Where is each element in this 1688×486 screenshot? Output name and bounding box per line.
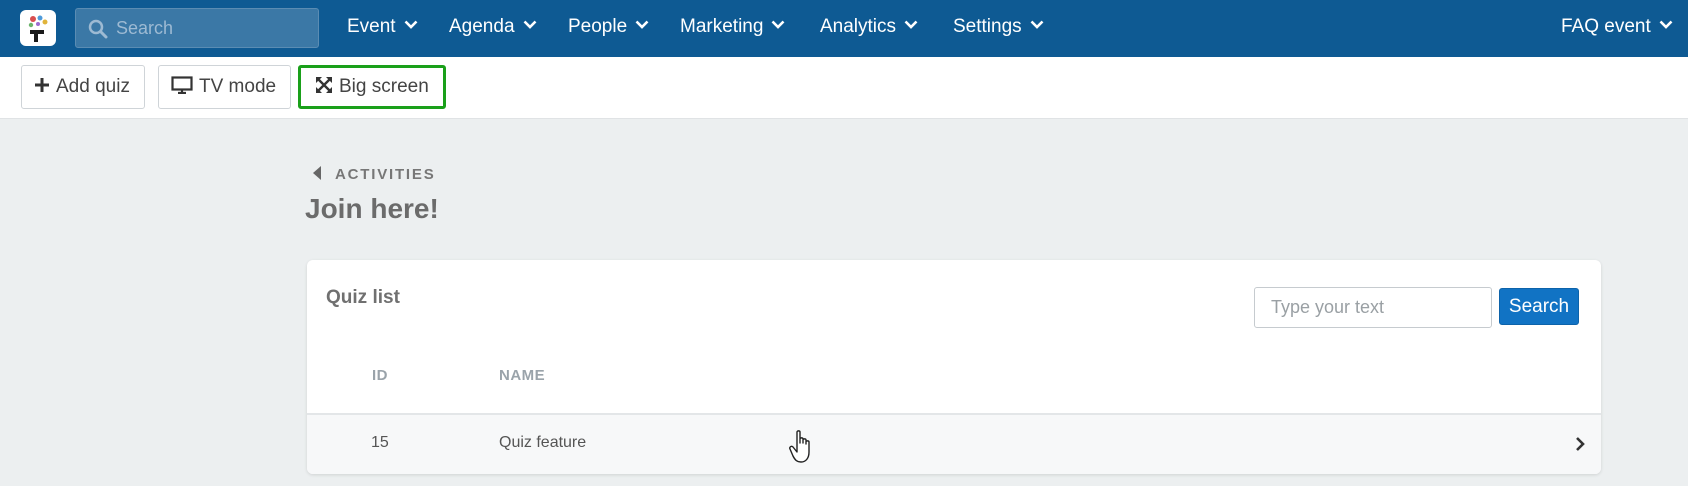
chevron-down-icon: [523, 20, 536, 29]
big-screen-button[interactable]: Big screen: [298, 65, 446, 109]
nav-item-label: Event: [347, 16, 396, 37]
big-screen-label: Big screen: [339, 76, 429, 97]
table-row[interactable]: 15 Quiz feature: [307, 415, 1601, 474]
global-search-input[interactable]: [116, 9, 311, 47]
plus-icon: [35, 77, 49, 92]
chevron-down-icon: [904, 20, 918, 29]
page-title: Join here!: [305, 193, 439, 224]
nav-item-marketing[interactable]: Marketing: [680, 0, 785, 57]
expand-icon: [316, 76, 332, 93]
quiz-list-card: Quiz list Search ID NAME 15 Quiz feature: [307, 260, 1601, 474]
breadcrumb-back[interactable]: ACTIVITIES: [313, 166, 436, 186]
quiz-search-input[interactable]: [1254, 287, 1492, 328]
caret-left-icon: [313, 166, 321, 181]
monitor-icon: [171, 76, 193, 94]
column-header-id[interactable]: ID: [372, 367, 388, 384]
nav-item-label: Settings: [953, 16, 1022, 37]
nav-item-label: Marketing: [680, 16, 764, 37]
event-selector-label: FAQ event: [1561, 16, 1651, 37]
chevron-down-icon: [404, 20, 418, 29]
global-search[interactable]: [75, 8, 319, 48]
tv-mode-button[interactable]: TV mode: [158, 65, 292, 109]
app-logo[interactable]: [20, 10, 56, 46]
chevron-down-icon: [635, 20, 649, 29]
top-navbar: Event Agenda People Marketing Analytics …: [0, 0, 1688, 57]
chevron-right-icon[interactable]: [1573, 435, 1587, 453]
chevron-down-icon: [1659, 20, 1673, 29]
add-quiz-label: Add quiz: [56, 76, 130, 97]
tv-mode-label: TV mode: [199, 76, 277, 97]
column-header-name[interactable]: NAME: [499, 367, 545, 384]
nav-item-people[interactable]: People: [568, 0, 649, 57]
nav-item-analytics[interactable]: Analytics: [820, 0, 918, 57]
action-toolbar: Add quiz TV mode Big screen: [0, 57, 1688, 119]
quiz-search-button[interactable]: Search: [1499, 288, 1579, 325]
chevron-down-icon: [1030, 20, 1044, 29]
row-id: 15: [371, 434, 389, 451]
event-selector[interactable]: FAQ event: [1561, 0, 1673, 57]
logo-graphic-icon: [28, 15, 48, 42]
chevron-down-icon: [772, 20, 785, 29]
nav-item-agenda[interactable]: Agenda: [449, 0, 537, 57]
add-quiz-button[interactable]: Add quiz: [21, 65, 145, 109]
nav-item-label: Agenda: [449, 16, 515, 37]
nav-item-event[interactable]: Event: [347, 0, 418, 57]
nav-item-label: Analytics: [820, 16, 897, 37]
nav-item-label: People: [568, 16, 628, 37]
breadcrumb-label: ACTIVITIES: [335, 166, 436, 183]
nav-item-settings[interactable]: Settings: [953, 0, 1044, 57]
search-icon: [88, 19, 108, 39]
row-name: Quiz feature: [499, 434, 587, 451]
quiz-list-title: Quiz list: [326, 287, 400, 308]
